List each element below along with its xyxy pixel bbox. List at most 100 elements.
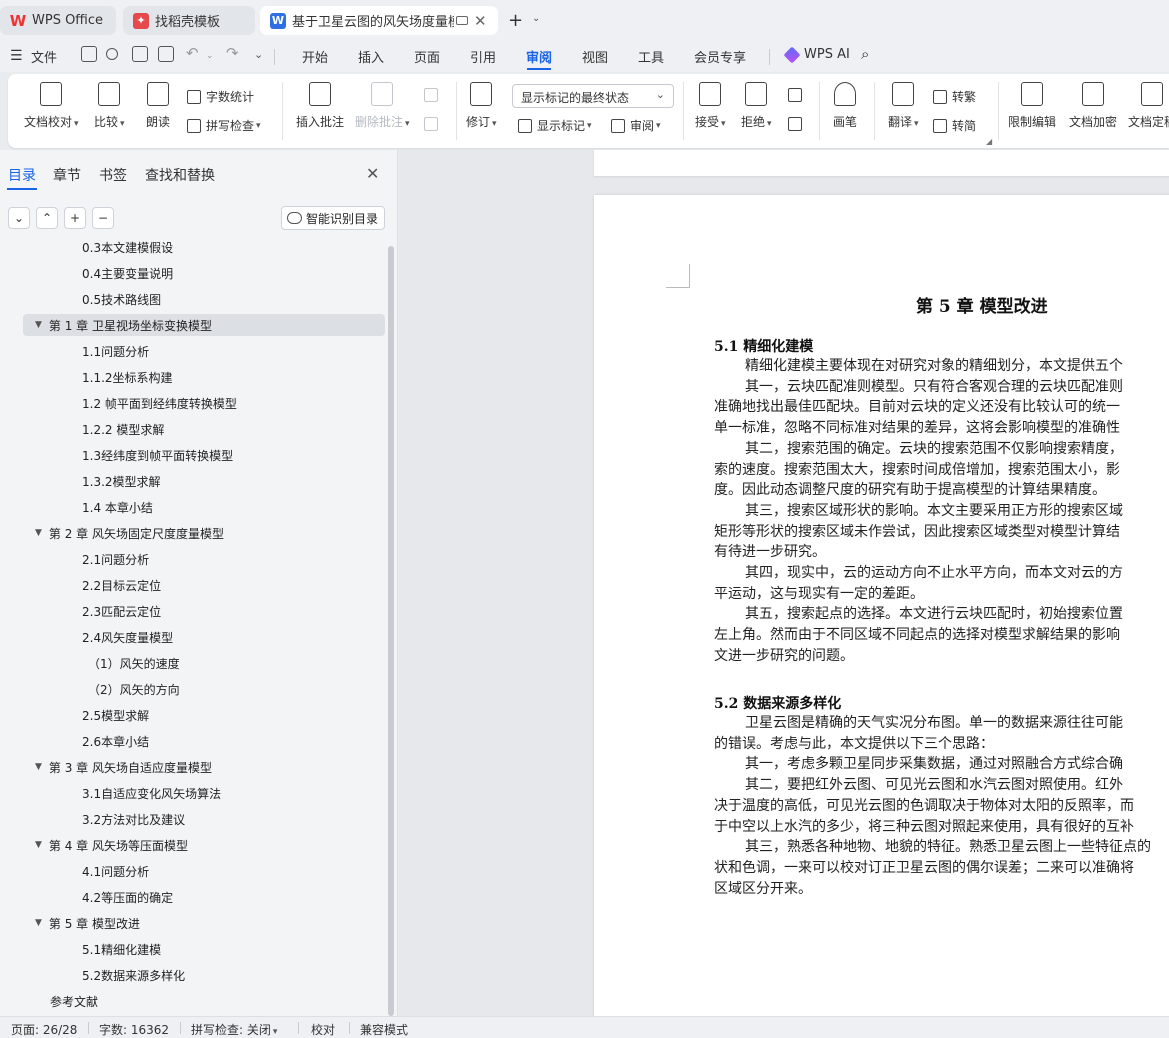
toc-item[interactable]: 5.2数据来源多样化 [82,964,185,986]
spell-check-button[interactable]: 拼写检查 ▾ [187,117,261,134]
toc-item[interactable]: 2.3匹配云定位 [82,600,161,622]
read-aloud-button[interactable]: 朗读 [146,82,170,130]
expand-triangle-icon[interactable]: ▼ [35,320,42,330]
toc-chapter-item[interactable]: ▼ 第 3 章 风矢场自适应度量模型 [35,756,212,778]
menu-view[interactable]: 视图 [582,47,608,66]
document-page[interactable]: 第 5 章 模型改进 5.1 精细化建模 精细化建模主要体现在对研究对象的精细划… [594,195,1169,1016]
toc-item[interactable]: 0.3本文建模假设 [82,238,173,258]
expand-down-button[interactable]: ⌄ [8,207,30,229]
redo-icon[interactable]: ↷ [226,44,239,62]
toc-item[interactable]: 1.2.2 模型求解 [82,418,164,440]
page-indicator[interactable]: 页面: 26/28 [11,1021,77,1038]
toc-item[interactable]: 0.4主要变量说明 [82,262,173,284]
toc-item[interactable]: 1.1.2坐标系构建 [82,366,173,388]
remove-heading-button[interactable]: − [92,207,114,229]
close-tab-icon[interactable]: ✕ [474,12,487,30]
toc-item[interactable]: （2）风矢的方向 [88,678,180,700]
save-icon[interactable] [81,46,97,62]
ribbon-expand-icon[interactable]: ◢ [986,137,992,146]
to-traditional-button[interactable]: 转繁 [933,88,976,105]
hamburger-menu-icon[interactable]: ☰ [10,48,23,64]
undo-icon[interactable]: ↶ [186,44,199,62]
toc-item[interactable]: 3.1自适应变化风矢场算法 [82,782,221,804]
menu-wps-ai[interactable]: WPS AI [804,47,850,62]
expand-triangle-icon[interactable]: ▼ [35,840,42,850]
toc-item[interactable]: （1）风矢的速度 [88,652,180,674]
menu-file[interactable]: 文件 [31,47,57,66]
brush-button[interactable]: 画笔 [833,82,857,130]
new-tab-button[interactable]: + [508,10,523,31]
markup-state-select[interactable]: 显示标记的最终状态 ⌄ [512,84,674,108]
add-heading-button[interactable]: + [64,207,86,229]
tab-chapters[interactable]: 章节 [53,165,81,185]
toc-chapter-item[interactable]: ▼ 第 2 章 风矢场固定尺度度量模型 [35,522,224,544]
toc-item[interactable]: 2.5模型求解 [82,704,149,726]
restrict-edit-button[interactable]: 限制编辑 [1008,82,1056,130]
track-changes-button[interactable]: 修订 ▾ [466,82,497,130]
tab-wps-office[interactable]: W WPS Office [0,6,116,35]
toc-scrollbar[interactable] [388,246,394,1016]
to-simplified-button[interactable]: 转简 [933,117,976,134]
toc-chapter-item[interactable]: ▼ 第 5 章 模型改进 [35,912,140,934]
toc-item[interactable]: 1.3经纬度到帧平面转换模型 [82,444,233,466]
menu-member[interactable]: 会员专享 [694,47,746,66]
doc-proofread-button[interactable]: 文档校对 ▾ [24,82,79,130]
expand-triangle-icon[interactable]: ▼ [35,762,42,772]
toc-chapter-item[interactable]: ▼ 第 1 章 卫星视场坐标变换模型 [23,314,385,336]
expand-triangle-icon[interactable]: ▼ [35,918,42,928]
toc-item[interactable]: 5.1精细化建模 [82,938,161,960]
toc-item[interactable]: 2.1问题分析 [82,548,149,570]
tab-document[interactable]: W 基于卫星云图的风矢场度量模型 ✕ [260,6,498,35]
smart-toc-button[interactable]: 智能识别目录 [281,206,385,230]
next-change-button[interactable] [788,117,807,131]
doc-final-button[interactable]: 文档定稿 [1128,82,1169,130]
toc-item[interactable]: 2.6本章小结 [82,730,149,752]
tab-find-replace[interactable]: 查找和替换 [145,165,215,185]
prev-comment-button[interactable] [424,88,443,102]
toc-item[interactable]: 3.2方法对比及建议 [82,808,185,830]
tab-daoke-templates[interactable]: ✦ 找稻壳模板 [123,6,255,35]
search-icon[interactable]: ⌕ [861,45,869,63]
toc-item[interactable]: 2.2目标云定位 [82,574,161,596]
accept-button[interactable]: 接受 ▾ [695,82,726,130]
delete-comment-button[interactable]: 删除批注 ▾ [355,82,410,130]
print-icon[interactable] [132,46,148,62]
insert-comment-button[interactable]: 插入批注 [296,82,344,130]
toc-item[interactable]: 1.1问题分析 [82,340,149,362]
toc-item[interactable]: 1.4 本章小结 [82,496,153,518]
toc-item[interactable]: 1.3.2模型求解 [82,470,161,492]
more-chevron-icon[interactable]: ⌄ [254,48,263,61]
next-comment-button[interactable] [424,117,443,131]
menu-tools[interactable]: 工具 [638,47,664,66]
tab-toc[interactable]: 目录 [8,165,36,185]
proofread-status[interactable]: 校对 [311,1021,335,1038]
show-markup-button[interactable]: 显示标记 ▾ [518,117,592,134]
reject-button[interactable]: 拒绝 ▾ [741,82,772,130]
tab-bookmarks[interactable]: 书签 [99,165,127,185]
collapse-up-button[interactable]: ⌃ [36,207,58,229]
review-pane-button[interactable]: 审阅 ▾ [611,117,661,134]
toc-item[interactable]: 2.4风矢度量模型 [82,626,173,648]
undo-dropdown-icon[interactable]: ⌄ [206,51,214,61]
wps-ai-icon[interactable] [783,46,801,64]
menu-reference[interactable]: 引用 [470,47,496,66]
chevron-down-icon[interactable]: ⌄ [532,13,540,24]
word-count-status[interactable]: 字数: 16362 [99,1021,169,1038]
prev-change-button[interactable] [788,88,807,102]
share-icon[interactable] [106,48,118,60]
expand-triangle-icon[interactable]: ▼ [35,528,42,538]
menu-review[interactable]: 审阅 [526,47,552,66]
toc-item[interactable]: 0.5技术路线图 [82,288,161,310]
toc-item[interactable]: 参考文献 [50,990,98,1012]
menu-page[interactable]: 页面 [414,47,440,66]
close-icon[interactable]: ✕ [366,164,379,183]
menu-start[interactable]: 开始 [302,47,328,66]
print-preview-icon[interactable] [158,46,174,62]
menu-insert[interactable]: 插入 [358,47,384,66]
toc-item[interactable]: 4.1问题分析 [82,860,149,882]
word-count-button[interactable]: 字数统计 [187,88,254,105]
doc-encrypt-button[interactable]: 文档加密 [1069,82,1117,130]
translate-button[interactable]: 翻译 ▾ [888,82,919,130]
compare-button[interactable]: 比较 ▾ [94,82,125,130]
toc-item[interactable]: 1.2 帧平面到经纬度转换模型 [82,392,237,414]
